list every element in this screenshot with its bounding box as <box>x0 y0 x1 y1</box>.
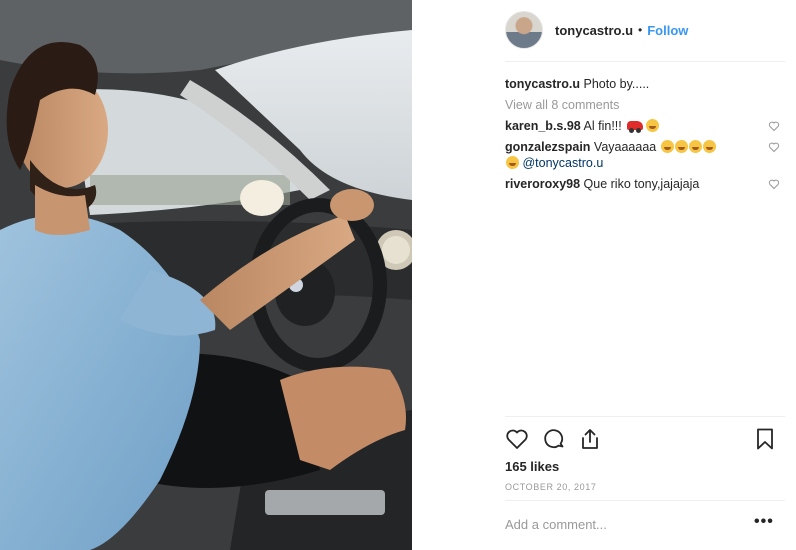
header-divider <box>505 61 785 62</box>
post-header: tonycastro.u • Follow <box>412 0 796 60</box>
laughing-emoji-icon <box>702 140 716 153</box>
laughing-emoji-icon <box>646 119 660 132</box>
more-options-button[interactable]: ••• <box>754 513 774 531</box>
comment-text: Al fin!!! <box>583 119 626 133</box>
comment-text: Vayaaaaaa <box>593 140 660 154</box>
list-item: gonzalezspain Vayaaaaaa @tonycastro.u <box>505 139 780 171</box>
bookmark-icon[interactable] <box>753 427 777 451</box>
laughing-emoji-icon <box>688 140 702 153</box>
post-photo <box>0 0 412 550</box>
follow-button[interactable]: Follow <box>647 23 688 38</box>
heart-icon[interactable] <box>768 120 780 132</box>
list-item: karen_b.s.98 Al fin!!! <box>505 118 780 134</box>
action-bar <box>505 427 777 453</box>
comment-username[interactable]: karen_b.s.98 <box>505 119 581 133</box>
caption: tonycastro.u Photo by..... <box>505 76 780 92</box>
heart-icon[interactable] <box>505 427 529 451</box>
actions-divider <box>505 416 785 417</box>
add-comment-input[interactable]: Add a comment... <box>505 517 607 532</box>
comment-username[interactable]: gonzalezspain <box>505 140 590 154</box>
comment-text: Que riko tony,jajajaja <box>583 177 700 191</box>
post-side-panel: tonycastro.u • Follow tonycastro.u Photo… <box>412 0 796 550</box>
comments-list: tonycastro.u Photo by..... View all 8 co… <box>505 76 780 197</box>
avatar[interactable] <box>505 11 543 49</box>
laughing-emoji-icon <box>506 156 519 169</box>
list-item: riveroroxy98 Que riko tony,jajajaja <box>505 176 780 192</box>
photo-car-driver <box>0 0 412 550</box>
likes-count[interactable]: 165 likes <box>505 459 559 474</box>
separator-dot: • <box>638 23 643 37</box>
author-username[interactable]: tonycastro.u <box>555 23 633 38</box>
heart-icon[interactable] <box>768 178 780 190</box>
comment-divider <box>505 500 785 501</box>
car-emoji-icon <box>627 121 644 133</box>
heart-icon[interactable] <box>768 141 780 153</box>
view-all-comments-link[interactable]: View all 8 comments <box>505 97 780 113</box>
caption-text: Photo by..... <box>583 77 650 91</box>
comment-mention-link[interactable]: @tonycastro.u <box>522 156 603 170</box>
share-icon[interactable] <box>578 427 602 451</box>
comment-username[interactable]: riveroroxy98 <box>505 177 580 191</box>
comment-icon[interactable] <box>542 427 566 451</box>
caption-username[interactable]: tonycastro.u <box>505 77 580 91</box>
laughing-emoji-icon <box>660 140 674 153</box>
laughing-emoji-icon <box>674 140 688 153</box>
post-date: OCTOBER 20, 2017 <box>505 482 597 492</box>
